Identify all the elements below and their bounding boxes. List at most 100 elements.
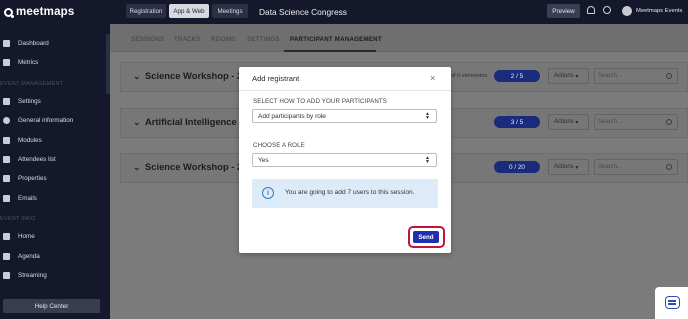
sidebar-item-label: Emails <box>18 194 37 202</box>
search-icon <box>666 73 672 79</box>
sidebar-item-label: Metrics <box>18 58 39 66</box>
search-placeholder: Search... <box>598 164 623 170</box>
tab-sessions[interactable]: SESSIONS <box>131 36 164 43</box>
section-event-management: EVENT MANAGEMENT <box>0 81 64 87</box>
tab-registration[interactable]: Registration <box>126 4 166 18</box>
info-icon: i <box>262 187 274 199</box>
sidebar-item-label: General information <box>18 116 74 124</box>
sidebar-item-home[interactable]: Home <box>0 229 106 243</box>
streaming-icon <box>3 271 10 279</box>
dashboard-icon <box>3 39 10 47</box>
session-title: Science Workshop - 24/ <box>145 161 251 172</box>
search-input[interactable]: Search... <box>594 68 678 84</box>
actions-label: Actions <box>554 119 574 125</box>
session-title: Science Workshop - 24/ <box>145 70 251 81</box>
help-center-button[interactable]: Help Center <box>3 299 100 313</box>
search-icon <box>666 164 672 170</box>
sidebar-item-label: Modules <box>18 136 42 144</box>
actions-dropdown[interactable]: Actions ▾ <box>548 159 589 175</box>
calendar-icon <box>3 252 10 260</box>
chevron-down-icon[interactable]: ⌄ <box>133 71 141 82</box>
search-placeholder: Search... <box>598 73 623 79</box>
actions-dropdown[interactable]: Actions ▾ <box>548 68 589 84</box>
sidebar-item-label: Settings <box>18 97 41 105</box>
tab-meetings[interactable]: Meetings <box>212 4 248 18</box>
sidebar-item-emails[interactable]: Emails <box>0 191 106 205</box>
send-highlight: Send <box>408 226 445 248</box>
metrics-icon <box>3 58 10 66</box>
info-icon <box>3 116 10 124</box>
elements-count: of 0 elementos <box>451 73 488 79</box>
sidebar-item-label: Attendees list <box>18 155 56 163</box>
add-registrant-modal: Add registrant × SELECT HOW TO ADD YOUR … <box>239 67 451 253</box>
sidebar-item-agenda[interactable]: Agenda <box>0 249 106 263</box>
home-icon <box>3 232 10 240</box>
tab-app-web[interactable]: App & Web <box>169 4 209 18</box>
add-method-value: Add participants by role <box>258 112 326 120</box>
session-title: Artificial Intelligence Wo <box>145 116 254 127</box>
bell-icon[interactable] <box>587 6 595 14</box>
sidebar-item-dashboard[interactable]: Dashboard <box>0 36 106 50</box>
sidebar: meetmaps Dashboard Metrics EVENT MANAGEM… <box>0 0 110 319</box>
add-method-label: SELECT HOW TO ADD YOUR PARTICIPANTS <box>253 98 388 105</box>
sidebar-item-settings[interactable]: Settings <box>0 94 106 108</box>
sidebar-item-properties[interactable]: Properties <box>0 171 106 185</box>
tab-tracks[interactable]: TRACKS <box>174 36 200 43</box>
chat-icon <box>665 296 680 309</box>
actions-dropdown[interactable]: Actions ▾ <box>548 114 589 130</box>
logo[interactable]: meetmaps <box>0 0 110 24</box>
sidebar-item-label: Properties <box>18 174 47 182</box>
tab-settings[interactable]: SETTINGS <box>247 36 280 43</box>
select-arrows-icon: ▲ ▼ <box>425 155 430 165</box>
section-event-info: EVENT INFO <box>0 216 36 222</box>
sidebar-item-streaming[interactable]: Streaming <box>0 268 106 282</box>
chat-widget[interactable] <box>655 287 688 319</box>
search-placeholder: Search... <box>598 119 623 125</box>
actions-label: Actions <box>554 73 574 79</box>
help-icon[interactable] <box>603 6 611 14</box>
preview-button[interactable]: Preview <box>547 4 580 18</box>
search-icon <box>666 119 672 125</box>
avatar[interactable] <box>622 6 632 16</box>
envelope-icon <box>3 194 10 202</box>
sidebar-item-general-information[interactable]: General information <box>0 113 106 127</box>
info-message: You are going to add 7 users to this ses… <box>285 189 415 196</box>
search-input[interactable]: Search... <box>594 114 678 130</box>
close-icon[interactable]: × <box>430 73 435 83</box>
sidebar-item-label: Dashboard <box>18 39 49 47</box>
event-name: Data Science Congress <box>259 7 347 17</box>
chevron-down-icon[interactable]: ⌄ <box>133 162 141 173</box>
tab-rooms[interactable]: ROOMS <box>211 36 235 43</box>
active-tab-indicator <box>284 50 376 52</box>
top-bar: Registration App & Web Meetings Data Sci… <box>110 0 688 24</box>
info-alert: i You are going to add 7 users to this s… <box>252 179 438 208</box>
modal-title: Add registrant <box>252 74 300 83</box>
role-value: Yes <box>258 156 269 164</box>
search-input[interactable]: Search... <box>594 159 678 175</box>
logo-icon <box>4 7 14 18</box>
send-button[interactable]: Send <box>413 231 439 243</box>
sidebar-item-attendees-list[interactable]: Attendees list <box>0 152 106 166</box>
add-method-select[interactable]: Add participants by role ▲ ▼ <box>252 109 437 123</box>
actions-label: Actions <box>554 164 574 170</box>
capacity-badge: 3 / 5 <box>494 116 540 128</box>
section-tabs: SESSIONS TRACKS ROOMS SETTINGS PARTICIPA… <box>110 24 688 52</box>
sidebar-item-label: Agenda <box>18 252 40 260</box>
role-select[interactable]: Yes ▲ ▼ <box>252 153 437 167</box>
users-icon <box>3 155 10 163</box>
tab-participant-management[interactable]: PARTICIPANT MANAGEMENT <box>290 36 382 43</box>
capacity-badge: 0 / 20 <box>494 161 540 173</box>
modules-icon <box>3 136 10 144</box>
account-name[interactable]: Meetmaps Events <box>636 8 682 14</box>
modal-divider <box>239 90 451 91</box>
logo-text: meetmaps <box>16 6 75 18</box>
sidebar-item-label: Streaming <box>18 271 47 279</box>
select-arrows-icon: ▲ ▼ <box>425 111 430 121</box>
sidebar-item-metrics[interactable]: Metrics <box>0 55 106 69</box>
role-label: CHOOSE A ROLE <box>253 142 305 149</box>
chevron-down-icon[interactable]: ⌄ <box>133 117 141 128</box>
sidebar-item-label: Home <box>18 232 35 240</box>
gear-icon <box>3 97 10 105</box>
capacity-badge: 2 / 5 <box>494 70 540 82</box>
sidebar-item-modules[interactable]: Modules <box>0 133 106 147</box>
